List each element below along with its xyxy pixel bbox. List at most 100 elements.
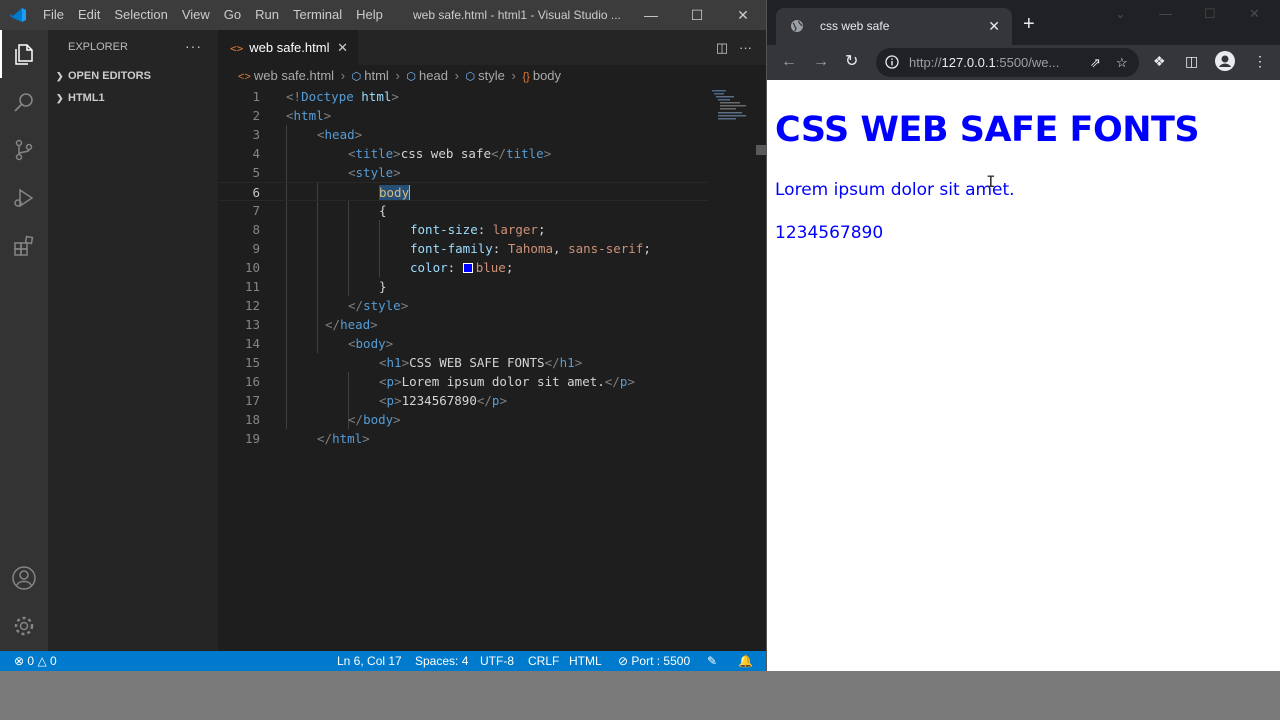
tab-search-icon[interactable]: ⌄	[1115, 6, 1126, 22]
code-token: >	[543, 146, 552, 161]
line-number: 10	[244, 260, 260, 275]
indentation[interactable]: Spaces: 4	[415, 651, 468, 671]
new-tab-icon[interactable]: +	[1023, 11, 1035, 37]
chevron-right-icon: ❯	[56, 93, 64, 103]
live-server-port[interactable]: ⊘ Port : 5500	[618, 651, 690, 671]
menu-selection[interactable]: Selection	[107, 0, 174, 30]
close-window-icon[interactable]: ✕	[720, 0, 766, 30]
code-token: >	[391, 89, 399, 104]
code-token: Tahoma	[507, 241, 554, 256]
browser-tab[interactable]: css web safe ✕	[776, 8, 1012, 45]
notifications-bell-icon[interactable]: 🔔	[738, 651, 753, 671]
code-token: head	[324, 127, 355, 142]
cursor-position[interactable]: Ln 6, Col 17	[337, 651, 402, 671]
tab-web-safe-html[interactable]: <> web safe.html ✕	[218, 30, 358, 65]
source-control-icon[interactable]	[0, 126, 48, 174]
menu-run[interactable]: Run	[248, 0, 286, 30]
code-line: 2 <html>	[218, 106, 708, 125]
bookmark-star-icon[interactable]: ☆	[1116, 48, 1128, 77]
explorer-more-actions-icon[interactable]: ···	[185, 30, 202, 62]
line-number: 6	[252, 185, 260, 200]
settings-gear-icon[interactable]	[0, 602, 48, 650]
menu-help[interactable]: Help	[349, 0, 390, 30]
breadcrumb-file[interactable]: web safe.html	[254, 68, 334, 83]
open-editors-section[interactable]: ❯ OPEN EDITORS	[48, 65, 218, 87]
maximize-icon[interactable]: ☐	[1204, 6, 1216, 22]
explorer-icon[interactable]	[0, 30, 48, 78]
problems-indicator[interactable]: ⊗ 0 △ 0	[14, 651, 57, 671]
code-token: body	[379, 185, 410, 200]
search-icon[interactable]	[0, 78, 48, 126]
breadcrumb-style[interactable]: style	[478, 68, 505, 83]
scrollbar-thumb[interactable]	[756, 145, 766, 155]
menu-terminal[interactable]: Terminal	[286, 0, 349, 30]
editor-tabs: <> web safe.html ✕ ◫ ···	[218, 30, 766, 65]
menu-edit[interactable]: Edit	[71, 0, 107, 30]
code-token: >	[393, 146, 401, 161]
info-icon	[885, 55, 899, 69]
split-editor-icon[interactable]: ◫	[716, 40, 728, 55]
feedback-icon[interactable]: ✎	[707, 651, 717, 671]
language-mode[interactable]: HTML	[569, 651, 602, 671]
breadcrumb-body[interactable]: body	[533, 68, 561, 83]
side-panel-icon[interactable]: ◫	[1185, 45, 1198, 78]
run-debug-icon[interactable]	[0, 174, 48, 222]
account-icon[interactable]	[0, 554, 48, 602]
more-actions-icon[interactable]: ···	[739, 40, 752, 55]
back-arrow-icon[interactable]: ←	[781, 45, 797, 78]
no-entry-icon: ⊘	[618, 654, 629, 668]
code-token: <	[379, 355, 387, 370]
minimize-icon[interactable]: —	[628, 0, 674, 30]
browser-tab-title: css web safe	[820, 19, 890, 33]
breadcrumb-html[interactable]: html	[364, 68, 389, 83]
code-token: <	[348, 165, 356, 180]
profile-avatar[interactable]	[1215, 45, 1235, 78]
code-token: font-size	[410, 222, 478, 237]
menu-view[interactable]: View	[175, 0, 217, 30]
menu-file[interactable]: File	[36, 0, 71, 30]
close-window-icon[interactable]: ✕	[1249, 6, 1260, 22]
code-line: 11}	[218, 277, 708, 296]
vscode-titlebar: File Edit Selection View Go Run Terminal…	[0, 0, 766, 30]
menu-go[interactable]: Go	[217, 0, 248, 30]
end-of-line[interactable]: CRLF	[528, 651, 559, 671]
code-token: <	[348, 146, 356, 161]
breadcrumb-head[interactable]: head	[419, 68, 448, 83]
code-line: 1 <!Doctype html>	[218, 87, 708, 106]
code-token: </	[544, 355, 560, 370]
encoding[interactable]: UTF-8	[480, 651, 514, 671]
share-icon[interactable]: ⇗	[1090, 48, 1101, 77]
chrome-menu-icon[interactable]: ⋮	[1253, 45, 1267, 78]
breadcrumb-separator: ›	[511, 68, 516, 83]
code-editor[interactable]: 1 <!Doctype html> 2 <html> 3 <head> 4 <title…	[218, 87, 766, 651]
color-swatch-icon[interactable]	[462, 263, 473, 273]
address-bar[interactable]: http://127.0.0.1:5500/we... ⇗ ☆	[876, 48, 1139, 77]
extensions-puzzle-icon[interactable]: ❖	[1153, 45, 1166, 78]
reload-icon[interactable]: ↻	[845, 45, 858, 78]
code-line: 13 </head>	[218, 315, 708, 334]
close-tab-icon[interactable]: ✕	[337, 30, 348, 65]
window-title: web safe.html - html1 - Visual Studio ..…	[413, 8, 621, 22]
code-line: 7{	[218, 201, 708, 220]
forward-arrow-icon[interactable]: →	[813, 45, 829, 78]
code-token: >	[574, 355, 583, 370]
code-token: ,	[553, 241, 569, 256]
extensions-icon[interactable]	[0, 222, 48, 270]
minimize-icon[interactable]: —	[1159, 6, 1172, 21]
code-token: </	[317, 431, 333, 446]
html1-folder-section[interactable]: ❯ HTML1	[48, 87, 218, 109]
minimap[interactable]	[712, 88, 752, 128]
url-host: 127.0.0.1	[941, 55, 996, 70]
maximize-icon[interactable]: ☐	[674, 0, 720, 30]
explorer-sidebar: EXPLORER ··· ❯ OPEN EDITORS ❯ HTML1	[48, 30, 218, 651]
code-token: <	[317, 127, 325, 142]
code-token: body	[363, 412, 394, 427]
close-tab-icon[interactable]: ✕	[988, 8, 1000, 44]
line-number: 18	[244, 412, 260, 427]
code-token: >	[394, 374, 402, 389]
code-token: </	[348, 412, 364, 427]
code-token: >	[354, 127, 363, 142]
code-token: :	[492, 241, 508, 256]
line-number: 19	[244, 431, 260, 446]
line-number: 3	[252, 127, 260, 142]
